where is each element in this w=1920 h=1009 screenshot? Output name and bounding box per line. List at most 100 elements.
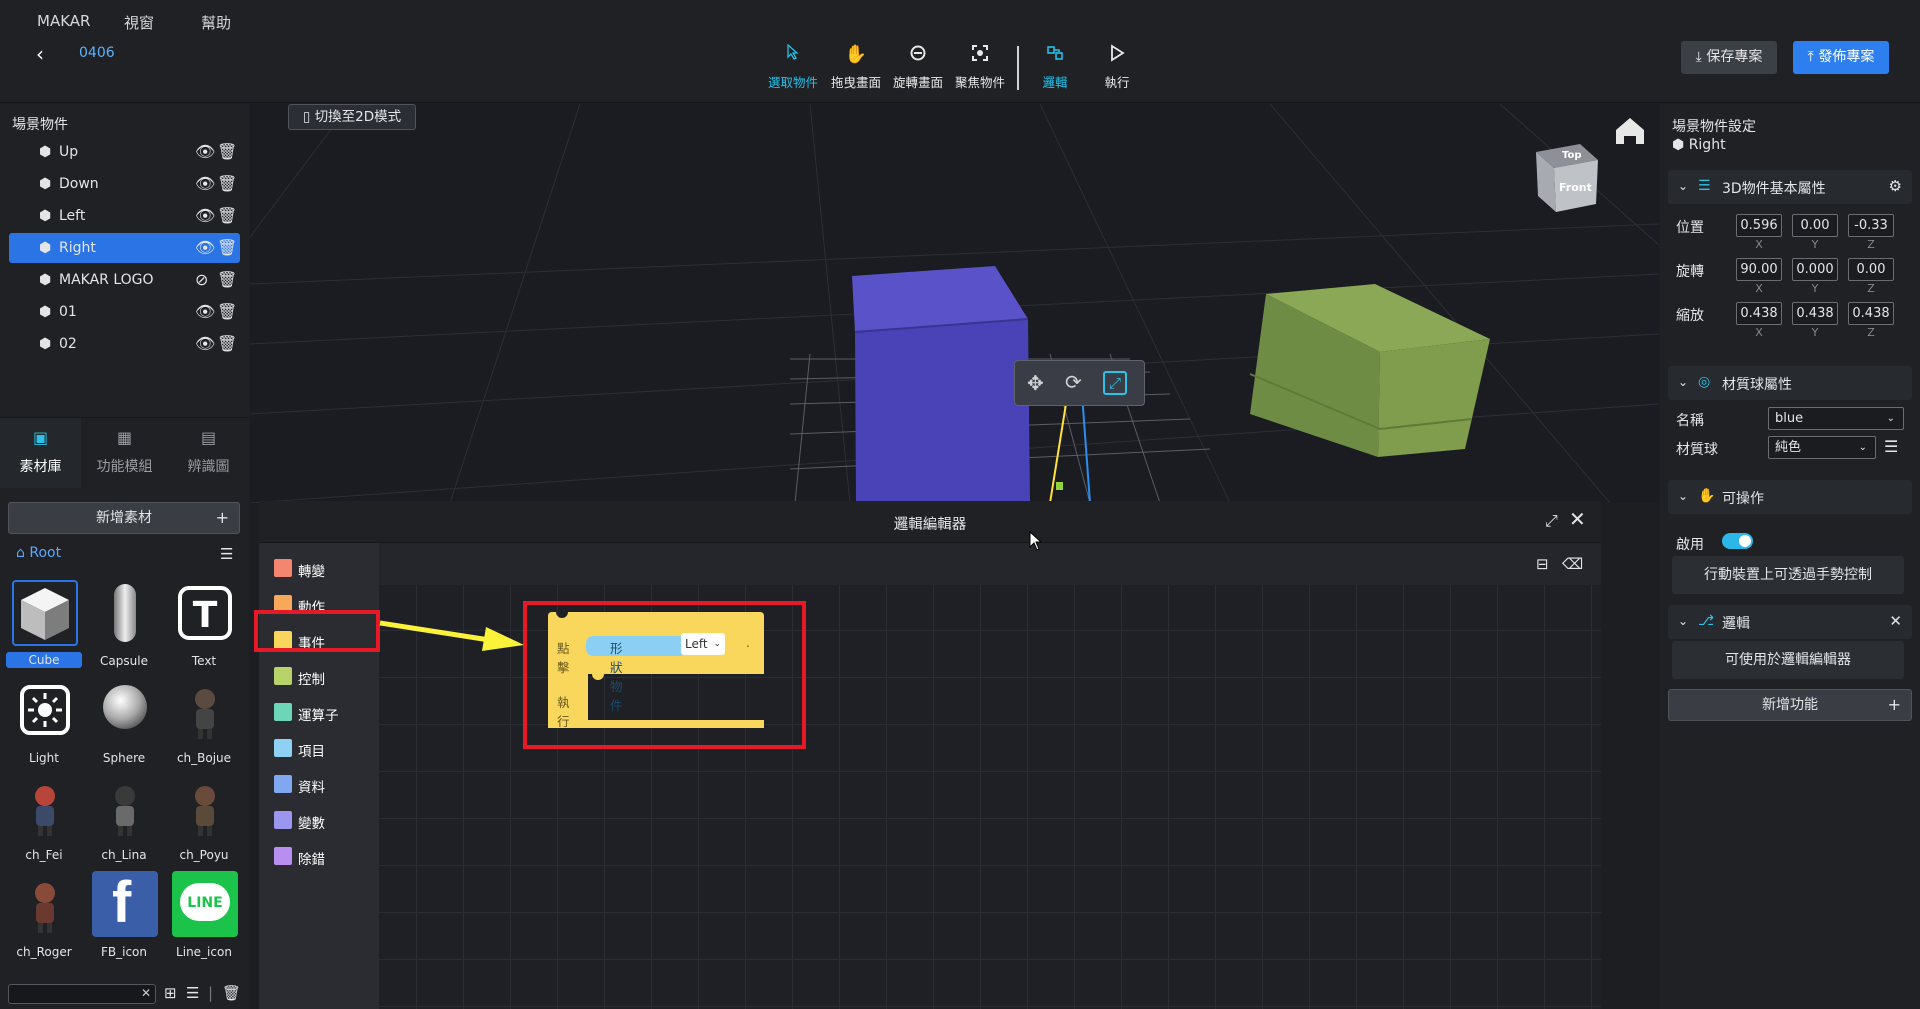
trash-icon[interactable]: 🗑: [217, 142, 237, 161]
position-z-input[interactable]: -0.33: [1848, 214, 1894, 237]
close-icon[interactable]: ✕: [1889, 612, 1902, 630]
section-material[interactable]: ⌄ ◎ 材質球屬性: [1668, 366, 1912, 400]
object-dropdown[interactable]: Left ⌄: [681, 633, 725, 655]
eye-icon[interactable]: 👁: [195, 238, 215, 257]
menu-help[interactable]: 幫助: [201, 12, 231, 33]
tab-function-modules[interactable]: ▦ 功能模組: [84, 418, 165, 488]
gizmo-handle-green[interactable]: [1056, 482, 1063, 490]
clear-workspace-icon[interactable]: ⌫: [1562, 555, 1583, 573]
asset-line-icon[interactable]: LINE Line_icon: [166, 871, 242, 967]
trash-icon[interactable]: 🗑: [217, 206, 237, 225]
scene-object-left[interactable]: ⬢ Left 👁 🗑: [9, 201, 240, 231]
blue-cube[interactable]: [852, 266, 1030, 503]
asset-cube[interactable]: Cube: [6, 580, 82, 676]
category-variable[interactable]: 變數: [274, 805, 374, 835]
home-view-icon[interactable]: [1616, 118, 1644, 144]
settings-icon[interactable]: ⚙: [1889, 177, 1902, 195]
tool-select-object[interactable]: 選取物件: [760, 43, 826, 91]
close-icon[interactable]: ✕: [1569, 507, 1586, 531]
eye-off-icon[interactable]: ⊘: [195, 270, 208, 289]
trash-icon[interactable]: 🗑: [217, 270, 237, 289]
eye-icon[interactable]: 👁: [195, 206, 215, 225]
scale-y-input[interactable]: 0.438: [1792, 302, 1838, 325]
dropdown-value: Left: [685, 637, 708, 651]
scene-object-down[interactable]: ⬢ Down 👁 🗑: [9, 169, 240, 199]
root-folder[interactable]: ⌂ Root: [16, 545, 61, 561]
eye-icon[interactable]: 👁: [195, 174, 215, 193]
scene-object-01[interactable]: ⬢ 01 👁 🗑: [9, 297, 240, 327]
green-cube[interactable]: [1249, 284, 1490, 457]
category-data[interactable]: 資料: [274, 769, 374, 799]
logic-info: 可使用於邏輯編輯器: [1672, 641, 1904, 679]
position-x-input[interactable]: 0.596: [1736, 214, 1782, 237]
menu-makar[interactable]: MAKAR: [37, 12, 90, 30]
scale-icon[interactable]: ⤢: [1103, 371, 1127, 395]
tab-recognition-image[interactable]: ▤ 辨識圖: [168, 418, 249, 488]
grid-view-icon[interactable]: ⊞: [164, 984, 177, 1002]
category-item[interactable]: 項目: [274, 733, 374, 763]
scene-object-02[interactable]: ⬢ 02 👁 🗑: [9, 329, 240, 359]
category-control[interactable]: 控制: [274, 661, 374, 691]
section-logic[interactable]: ⌄ ⎇ 邏輯 ✕: [1668, 605, 1912, 639]
scene-object-right[interactable]: ⬢ Right 👁 🗑: [9, 233, 240, 263]
asset-ch-lina[interactable]: ch_Lina: [86, 774, 162, 870]
category-transform[interactable]: 轉變: [274, 553, 374, 583]
menu-icon[interactable]: ☰: [1884, 437, 1898, 456]
scene-object-up[interactable]: ⬢ Up 👁 🗑: [9, 137, 240, 167]
tool-logic[interactable]: 邏輯: [1022, 44, 1088, 91]
eye-icon[interactable]: 👁: [195, 302, 215, 321]
asset-light[interactable]: Light: [6, 677, 82, 773]
scene-object-makar-logo[interactable]: ⬢ MAKAR LOGO ⊘ 🗑: [9, 265, 240, 295]
scale-z-input[interactable]: 0.438: [1848, 302, 1894, 325]
switch-2d-button[interactable]: ▯ 切換至2D模式: [288, 104, 416, 130]
section-operable[interactable]: ⌄ ✋ 可操作: [1668, 480, 1912, 514]
sort-icon[interactable]: ☰: [220, 545, 233, 563]
menu-window[interactable]: 視窗: [124, 12, 154, 33]
category-debug[interactable]: 除錯: [274, 841, 374, 871]
scale-x-input[interactable]: 0.438: [1736, 302, 1782, 325]
category-operator[interactable]: 運算子: [274, 697, 374, 727]
trash-icon[interactable]: 🗑: [217, 174, 237, 193]
material-name-select[interactable]: blue ⌄: [1768, 407, 1904, 430]
save-project-button[interactable]: ⤓ 保存專案: [1681, 41, 1777, 74]
tool-drag-view[interactable]: ✋ 拖曳畫面: [823, 44, 889, 91]
back-arrow-icon[interactable]: ‹: [36, 42, 44, 66]
expand-icon[interactable]: ⤢: [1545, 511, 1558, 531]
eye-icon[interactable]: 👁: [195, 334, 215, 353]
trash-icon[interactable]: 🗑: [217, 238, 237, 257]
material-ball-select[interactable]: 純色 ⌄: [1768, 436, 1876, 459]
eye-icon[interactable]: 👁: [195, 142, 215, 161]
asset-fb-icon[interactable]: f FB_icon: [86, 870, 162, 967]
trash-icon[interactable]: 🗑: [217, 334, 237, 353]
asset-search-input[interactable]: ✕: [8, 984, 156, 1004]
position-y-input[interactable]: 0.00: [1792, 214, 1838, 237]
tool-run[interactable]: 執行: [1084, 44, 1150, 91]
asset-text[interactable]: T Text: [166, 580, 242, 676]
publish-project-button[interactable]: ⤒ 發佈專案: [1793, 41, 1889, 74]
list-view-icon[interactable]: ☰: [186, 984, 199, 1002]
tab-asset-library[interactable]: ▣ 素材庫: [0, 418, 81, 488]
enable-toggle[interactable]: [1722, 533, 1753, 549]
clear-icon[interactable]: ✕: [141, 986, 151, 1000]
arrange-blocks-icon[interactable]: ⊟: [1536, 555, 1549, 573]
rotate-icon[interactable]: ⟳: [1065, 370, 1082, 394]
move-icon[interactable]: ✥: [1027, 371, 1044, 395]
tool-focus-object[interactable]: 聚焦物件: [947, 44, 1013, 91]
section-basic-properties[interactable]: ⌄ ☰ 3D物件基本屬性 ⚙: [1668, 170, 1912, 204]
logic-editor-title: 邏輯編輯器: [893, 517, 967, 533]
asset-ch-fei[interactable]: ch_Fei: [6, 774, 82, 870]
asset-capsule[interactable]: Capsule: [86, 580, 162, 676]
add-asset-button[interactable]: 新增素材 +: [8, 502, 240, 534]
asset-sphere[interactable]: Sphere: [86, 677, 162, 773]
asset-ch-roger[interactable]: ch_Roger: [6, 871, 82, 967]
trash-icon[interactable]: 🗑: [222, 984, 241, 1002]
tool-rotate-view[interactable]: 旋轉畫面: [885, 44, 951, 91]
rotation-x-input[interactable]: 90.00: [1736, 258, 1782, 281]
rotation-y-input[interactable]: 0.000: [1792, 258, 1838, 281]
asset-ch-bojue[interactable]: ch_Bojue: [166, 677, 242, 773]
trash-icon[interactable]: 🗑: [217, 302, 237, 321]
3d-viewport[interactable]: Top Front ▯ 切換至2D模式 ✥ ⟳ ⤢: [250, 104, 1659, 503]
add-function-button[interactable]: 新增功能 +: [1668, 689, 1912, 721]
asset-ch-poyu[interactable]: ch_Poyu: [166, 774, 242, 870]
rotation-z-input[interactable]: 0.00: [1848, 258, 1894, 281]
